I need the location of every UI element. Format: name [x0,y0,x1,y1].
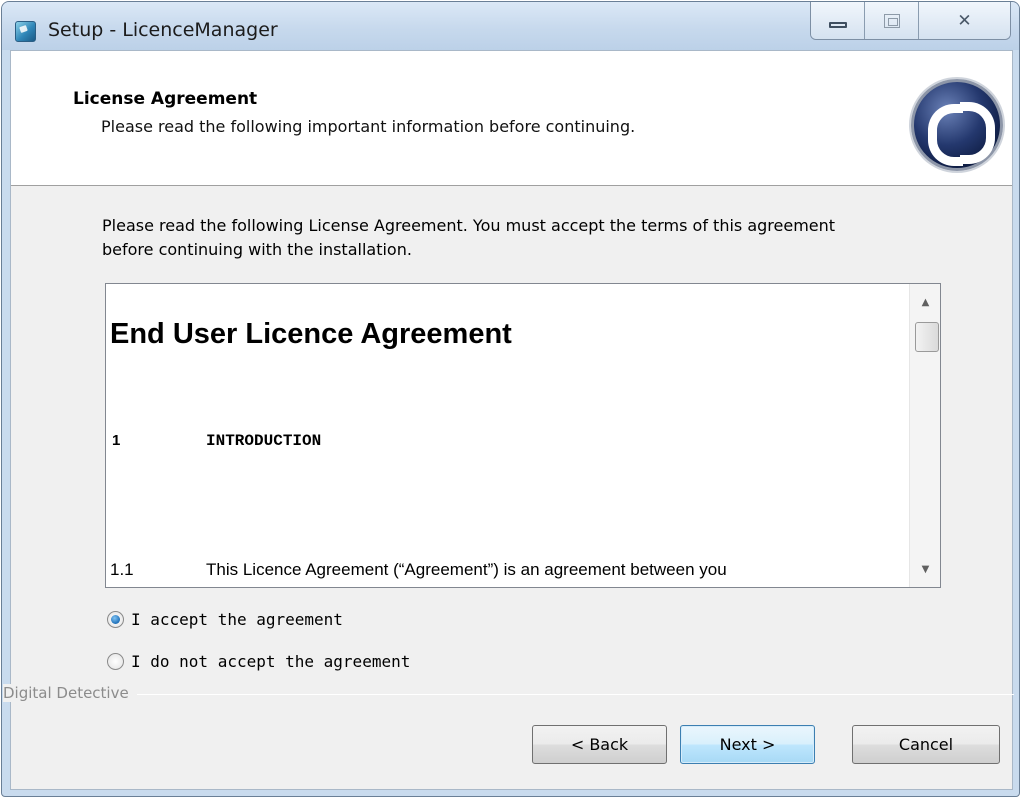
scroll-thumb[interactable] [915,322,939,352]
wizard-header: License Agreement Please read the follow… [11,51,1012,186]
accept-label: I accept the agreement [131,610,343,629]
license-scrollbar[interactable]: ▲ ▼ [909,284,940,587]
minimize-button[interactable] [811,2,866,39]
maximize-icon [883,13,900,28]
brand-divider: Digital Detective [3,682,1014,704]
next-button[interactable]: Next > [680,725,815,764]
license-content: End User Licence Agreement 1 INTRODUCTIO… [106,284,909,587]
intro-text: Please read the following License Agreem… [102,216,836,259]
brand-label: Digital Detective [3,684,137,702]
clause-text: This Licence Agreement (“Agreement”) is … [206,560,727,579]
setup-window: Setup - LicenceManager ✕ License Agreeme… [1,1,1020,797]
minimize-icon [828,21,847,28]
decline-label: I do not accept the agreement [131,652,411,671]
close-button[interactable]: ✕ [918,2,1010,39]
divider-line [3,694,1014,695]
wizard-page: License Agreement Please read the follow… [3,50,1014,790]
setup-app-icon [15,21,36,42]
decline-radio[interactable] [107,653,124,670]
caption-buttons: ✕ [810,2,1011,40]
close-icon: ✕ [957,10,972,31]
digital-detective-logo-icon [911,79,1003,171]
cancel-button[interactable]: Cancel [852,725,1000,764]
scroll-up-arrow-icon[interactable]: ▲ [910,288,940,316]
back-button[interactable]: < Back [532,725,667,764]
decline-option[interactable]: I do not accept the agreement [107,652,410,671]
license-text-box[interactable]: End User Licence Agreement 1 INTRODUCTIO… [105,283,941,588]
section-title: INTRODUCTION [206,432,322,450]
accept-radio[interactable] [107,611,124,628]
scroll-down-arrow-icon[interactable]: ▼ [910,555,940,583]
page-subtitle: Please read the following important info… [101,117,636,136]
maximize-button[interactable] [865,2,919,39]
page-title: License Agreement [73,89,258,109]
title-bar[interactable]: Setup - LicenceManager ✕ [2,2,1019,50]
clause-number: 1.1 [110,560,134,579]
window-title: Setup - LicenceManager [48,19,278,41]
section-number: 1 [112,432,121,449]
accept-option[interactable]: I accept the agreement [107,610,343,629]
license-heading: End User Licence Agreement [110,318,512,350]
